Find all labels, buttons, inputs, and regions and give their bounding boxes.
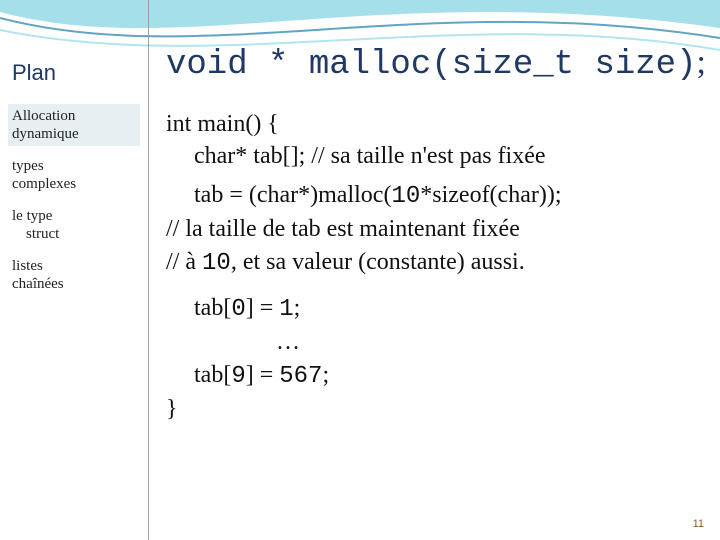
- code-line: tab[0] = 1;: [166, 292, 710, 326]
- sidebar-item-allocation-dynamique[interactable]: Allocation dynamique: [8, 104, 140, 146]
- sidebar-item-label: struct: [12, 226, 59, 242]
- sidebar: Plan Allocation dynamique types complexe…: [0, 0, 148, 540]
- code-text: tab = (char*)malloc(: [194, 182, 391, 208]
- code-line: …: [166, 326, 710, 358]
- code-line: // la taille de tab est maintenant fixée: [166, 213, 710, 245]
- sidebar-item-label: dynamique: [12, 126, 79, 142]
- code-line: char* tab[]; // sa taille n'est pas fixé…: [166, 140, 710, 172]
- sidebar-item-label: le type: [12, 208, 52, 224]
- code-line: tab[9] = 567;: [166, 359, 710, 393]
- sidebar-item-label: complexes: [12, 176, 76, 192]
- code-text: char* tab[];: [194, 143, 311, 169]
- code-text: , et sa valeur (constante) aussi.: [231, 249, 525, 275]
- code-num: 567: [279, 363, 322, 390]
- code-num: 1: [279, 296, 293, 323]
- code-line: // à 10, et sa valeur (constante) aussi.: [166, 246, 710, 280]
- code-text: ] =: [246, 295, 280, 321]
- code-num: 0: [231, 296, 245, 323]
- code-line: tab = (char*)malloc(10*sizeof(char));: [166, 179, 710, 213]
- code-text: ;: [294, 295, 301, 321]
- code-text: ;: [322, 362, 329, 388]
- ellipsis: …: [276, 329, 300, 355]
- page-number: 11: [693, 518, 704, 530]
- code-block: int main() { char* tab[]; // sa taille n…: [166, 108, 710, 426]
- code-num: 9: [231, 363, 245, 390]
- code-comment: // sa taille n'est pas fixée: [311, 143, 545, 169]
- code-line: int main() {: [166, 108, 710, 140]
- divider: [148, 0, 149, 540]
- slide-content: void * malloc(size_t size); int main() {…: [148, 0, 720, 540]
- sidebar-item-struct[interactable]: le type struct: [8, 204, 140, 246]
- sidebar-item-label: Allocation: [12, 108, 75, 124]
- slide-title: void * malloc(size_t size);: [166, 44, 710, 84]
- code-text: // à: [166, 249, 202, 275]
- code-num: 10: [391, 183, 420, 210]
- heading-proto: void * malloc(size_t size): [166, 46, 697, 84]
- sidebar-item-listes-chainees[interactable]: listes chaînées: [8, 254, 140, 296]
- code-text: tab[: [194, 362, 231, 388]
- heading-semi: ;: [697, 44, 706, 81]
- code-text: *sizeof(char));: [420, 182, 561, 208]
- sidebar-heading: Plan: [12, 60, 140, 86]
- code-text: ] =: [246, 362, 280, 388]
- code-num: 10: [202, 250, 231, 277]
- sidebar-item-label: chaînées: [12, 276, 64, 292]
- code-line: }: [166, 393, 710, 425]
- sidebar-item-types-complexes[interactable]: types complexes: [8, 154, 140, 196]
- sidebar-item-label: listes: [12, 258, 43, 274]
- code-text: tab[: [194, 295, 231, 321]
- sidebar-item-label: types: [12, 158, 44, 174]
